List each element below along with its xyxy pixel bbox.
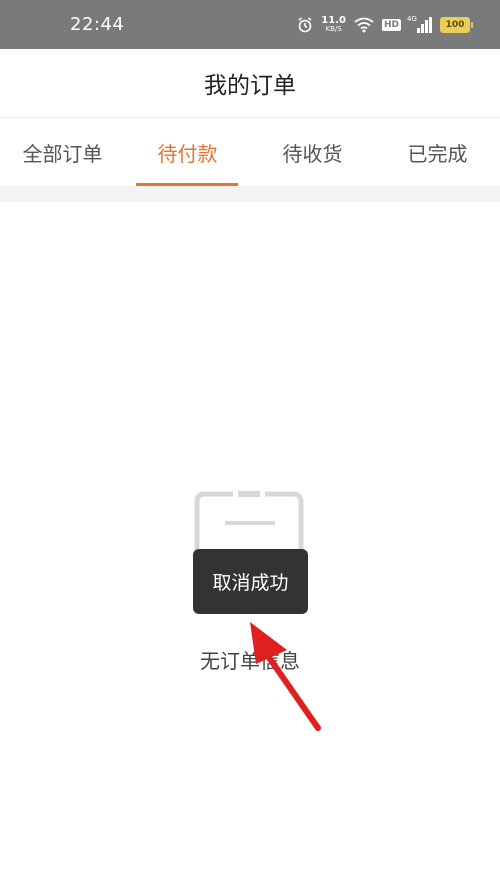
red-arrow-annotation bbox=[250, 622, 321, 731]
